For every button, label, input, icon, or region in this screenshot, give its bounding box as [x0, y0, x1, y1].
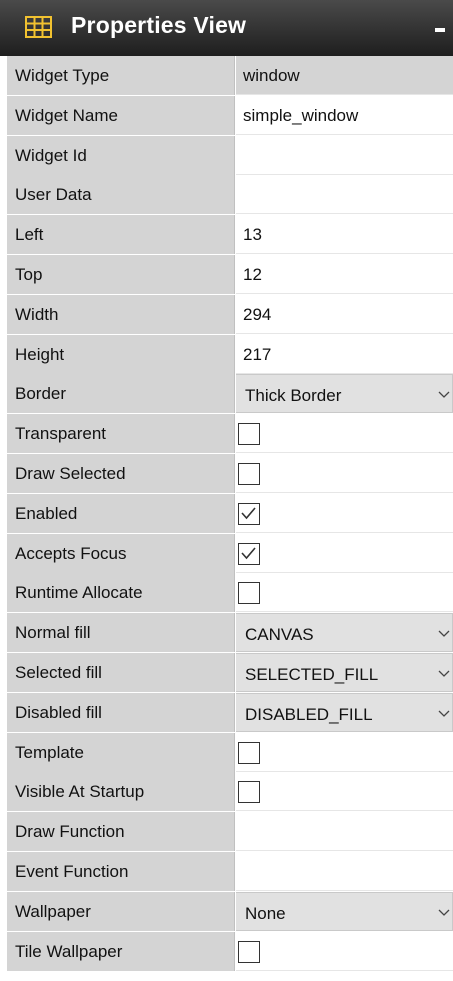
property-row: Runtime Allocate [0, 573, 453, 614]
property-label: Width [7, 294, 235, 334]
property-value-input[interactable] [236, 851, 453, 891]
property-label: Selected fill [7, 652, 235, 692]
property-row: Normal fill CANVAS [0, 613, 453, 653]
chevron-down-icon[interactable] [438, 906, 450, 918]
property-row: Disabled fill DISABLED_FILL [0, 692, 453, 733]
property-value-cell [236, 533, 453, 573]
property-grid: Widget Type window Widget Name simple_windo… [0, 56, 453, 972]
table-grid-icon [25, 16, 52, 38]
property-label: Enabled [7, 493, 235, 533]
property-value-dropdown[interactable]: CANVAS [236, 613, 453, 653]
property-label: User Data [7, 175, 235, 215]
property-label: Event Function [7, 851, 235, 891]
dropdown-selected-value: None [245, 903, 286, 923]
property-row: Accepts Focus [0, 533, 453, 574]
property-row: Widget Type window [0, 56, 453, 96]
dropdown-selected-value: CANVAS [245, 625, 314, 645]
property-value-input[interactable]: simple_window [236, 95, 453, 135]
property-label: Draw Selected [7, 453, 235, 493]
property-value-dropdown[interactable]: Thick Border [236, 374, 453, 414]
property-label: Left [7, 215, 235, 255]
property-value-input[interactable]: 12 [236, 254, 453, 294]
property-value-input[interactable] [236, 135, 453, 175]
checkbox-unchecked[interactable] [238, 741, 260, 764]
checkbox-unchecked[interactable] [238, 462, 260, 485]
property-value-cell [236, 931, 453, 971]
property-label: Tile Wallpaper [7, 931, 235, 971]
property-row: Enabled [0, 493, 453, 534]
property-value-input[interactable]: 13 [236, 215, 453, 255]
panel-title: Properties View [71, 12, 247, 38]
property-label: Top [7, 254, 235, 294]
property-row: Top 12 [0, 254, 453, 295]
minimize-icon[interactable] [435, 28, 445, 32]
property-value-dropdown[interactable]: SELECTED_FILL [236, 652, 453, 692]
property-value-cell [236, 732, 453, 772]
property-row: Selected fill SELECTED_FILL [0, 652, 453, 693]
property-value-cell [236, 414, 453, 454]
property-label: Border [7, 374, 235, 414]
property-label: Widget Id [7, 135, 235, 175]
property-row: Tile Wallpaper [0, 931, 453, 972]
property-label: Normal fill [7, 613, 235, 653]
property-label: Draw Function [7, 812, 235, 852]
property-value-input[interactable] [236, 175, 453, 215]
property-label: Wallpaper [7, 891, 235, 931]
property-value-input[interactable] [236, 812, 453, 852]
property-label: Accepts Focus [7, 533, 235, 573]
property-value-dropdown[interactable]: None [236, 891, 453, 931]
chevron-down-icon[interactable] [438, 388, 450, 400]
property-label: Visible At Startup [7, 772, 235, 812]
property-row: Width 294 [0, 294, 453, 335]
property-label: Template [7, 732, 235, 772]
property-label: Disabled fill [7, 692, 235, 732]
properties-view-panel: Properties View Widget Type window Widget … [0, 0, 453, 981]
chevron-down-icon[interactable] [438, 667, 450, 679]
property-value-cell [236, 772, 453, 812]
property-value-cell [236, 493, 453, 533]
checkbox-unchecked[interactable] [238, 940, 260, 963]
property-row: Widget Name simple_window [0, 95, 453, 136]
property-row: Widget Id [0, 135, 453, 176]
property-row: User Data [0, 175, 453, 216]
property-value-cell [236, 453, 453, 493]
dropdown-selected-value: SELECTED_FILL [245, 664, 379, 684]
property-row: Height 217 [0, 334, 453, 375]
property-row: Left 13 [0, 215, 453, 255]
property-label: Height [7, 334, 235, 374]
property-row: Draw Function [0, 812, 453, 852]
property-row: Event Function [0, 851, 453, 892]
dropdown-selected-value: DISABLED_FILL [245, 704, 373, 724]
property-value-readonly: window [236, 56, 453, 95]
checkbox-checked[interactable] [238, 502, 260, 525]
checkbox-checked[interactable] [238, 542, 260, 565]
chevron-down-icon[interactable] [438, 707, 450, 719]
property-row: Draw Selected [0, 453, 453, 494]
property-label: Widget Name [7, 95, 235, 135]
dropdown-selected-value: Thick Border [245, 386, 342, 406]
chevron-down-icon[interactable] [438, 627, 450, 639]
property-label: Widget Type [7, 56, 235, 95]
property-row: Visible At Startup [0, 772, 453, 813]
property-row: Transparent [0, 414, 453, 454]
checkbox-unchecked[interactable] [238, 423, 260, 446]
property-value-cell [236, 573, 453, 613]
property-value-dropdown[interactable]: DISABLED_FILL [236, 692, 453, 732]
property-value-input[interactable]: 217 [236, 334, 453, 374]
checkbox-unchecked[interactable] [238, 582, 260, 605]
property-row: Template [0, 732, 453, 773]
title-bar: Properties View [0, 0, 453, 56]
property-row: Border Thick Border [0, 374, 453, 415]
checkmark-icon [241, 547, 256, 559]
checkmark-icon [241, 507, 256, 519]
property-label: Runtime Allocate [7, 573, 235, 613]
property-label: Transparent [7, 414, 235, 454]
property-row: Wallpaper None [0, 891, 453, 932]
property-value-input[interactable]: 294 [236, 294, 453, 334]
checkbox-unchecked[interactable] [238, 781, 260, 804]
